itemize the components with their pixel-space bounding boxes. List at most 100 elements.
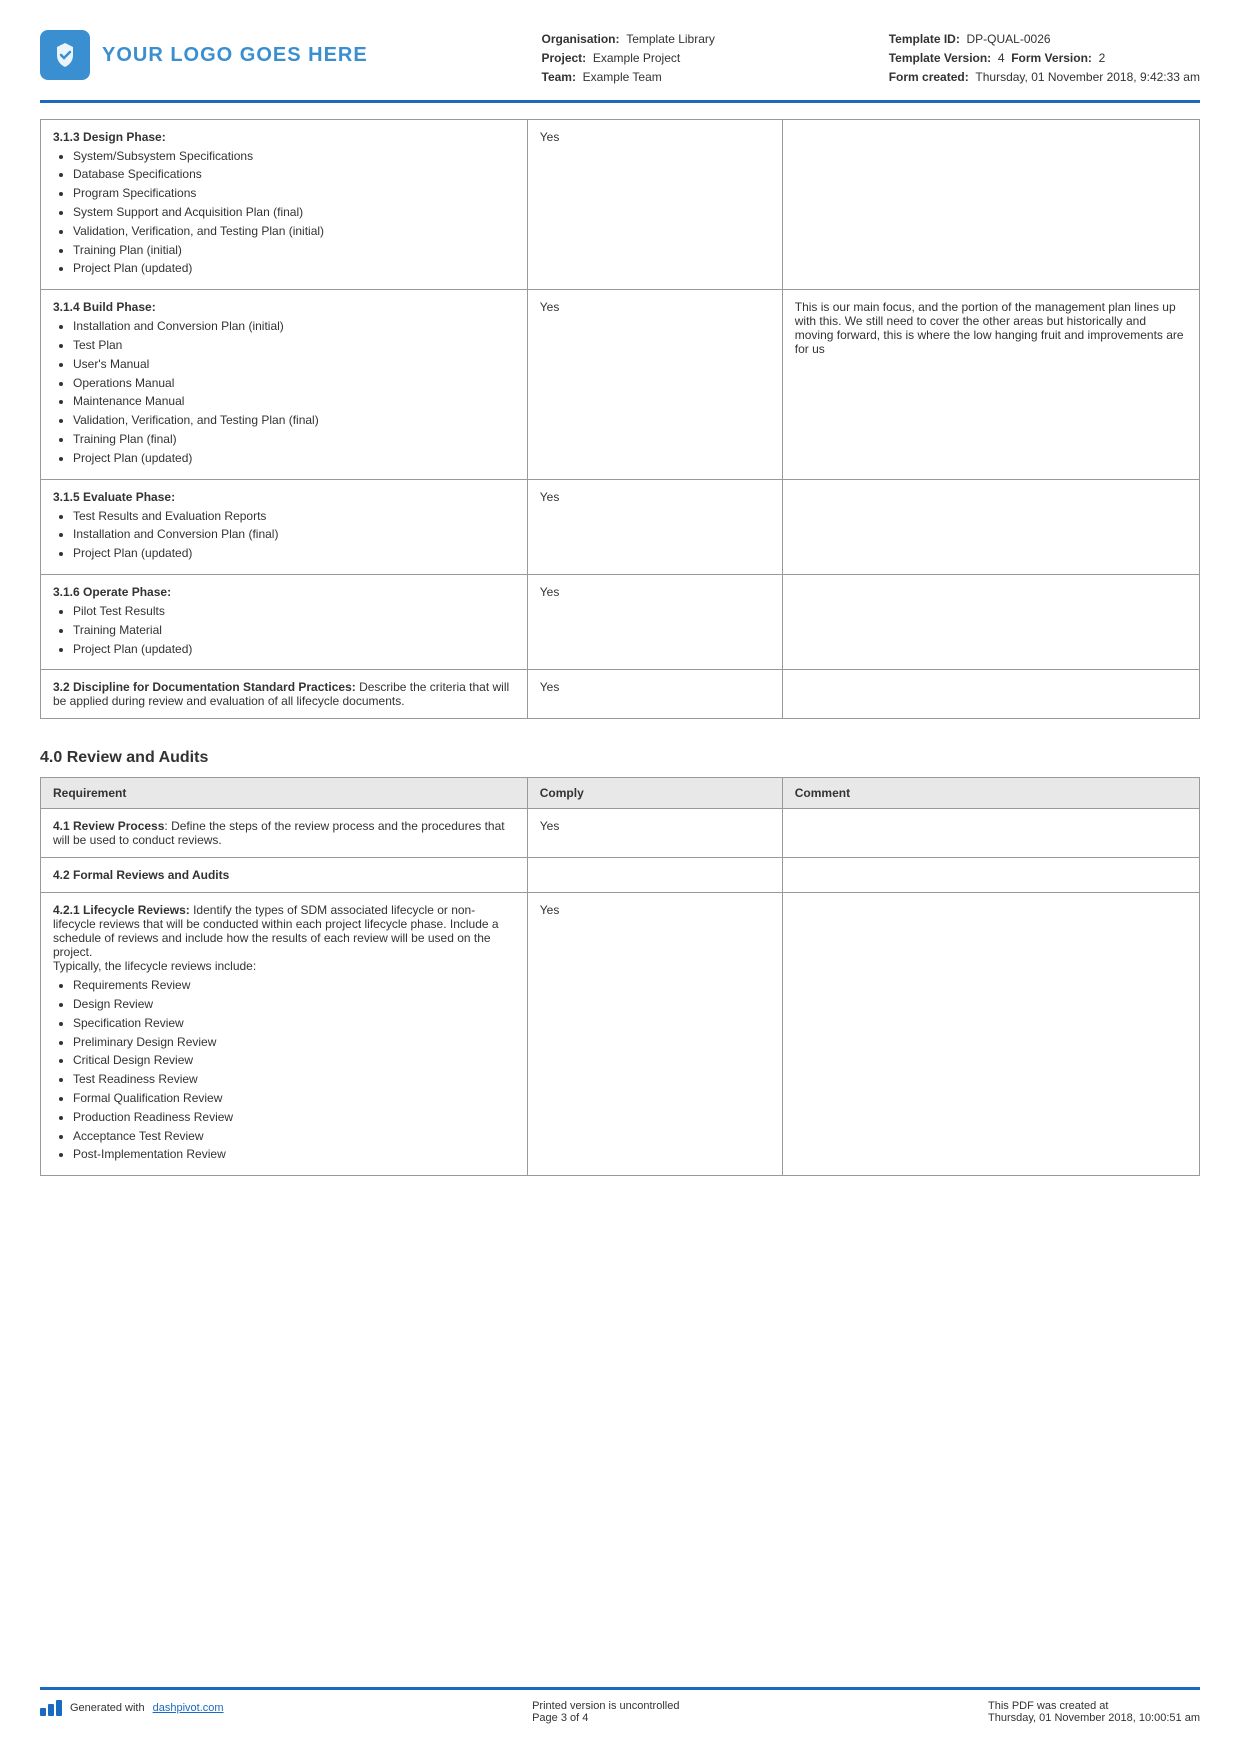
row-4-1-content: 4.1 Review Process: Define the steps of …	[41, 809, 528, 858]
logo-text: YOUR LOGO GOES HERE	[102, 44, 368, 67]
row-4-2-1: 4.2.1 Lifecycle Reviews: Identify the ty…	[41, 893, 1200, 1176]
list-item: Test Readiness Review	[73, 1071, 515, 1088]
section-3-2-content: 3.2 Discipline for Documentation Standar…	[41, 670, 528, 719]
template-id-value: DP-QUAL-0026	[967, 32, 1051, 46]
section-3-2-comply: Yes	[527, 670, 782, 719]
row-4-1: 4.1 Review Process: Define the steps of …	[41, 809, 1200, 858]
list-item: Validation, Verification, and Testing Pl…	[73, 412, 515, 429]
footer-logo-icon	[40, 1700, 62, 1716]
list-item: Program Specifications	[73, 185, 515, 202]
list-item: Pilot Test Results	[73, 603, 515, 620]
bar3	[56, 1700, 62, 1716]
section-3-1-5-comment	[782, 479, 1199, 574]
section-3-1-3-comply: Yes	[527, 119, 782, 290]
section-3-1-6-row: 3.1.6 Operate Phase: Pilot Test Results …	[41, 574, 1200, 669]
generated-text: Generated with	[70, 1702, 145, 1714]
section-3-1-3-list: System/Subsystem Specifications Database…	[53, 148, 515, 278]
org-label: Organisation:	[542, 32, 620, 46]
dashpivot-link[interactable]: dashpivot.com	[153, 1702, 224, 1714]
template-version-value: 4	[998, 51, 1005, 65]
row-4-2-comply	[527, 858, 782, 893]
section-3-1-6-comply: Yes	[527, 574, 782, 669]
list-item: Training Plan (final)	[73, 431, 515, 448]
col-comply: Comply	[527, 778, 782, 809]
section-3-1-6-list: Pilot Test Results Training Material Pro…	[53, 603, 515, 657]
list-item: Post-Implementation Review	[73, 1146, 515, 1163]
section-3-1-6-comment	[782, 574, 1199, 669]
org-value: Template Library	[626, 32, 715, 46]
list-item: Project Plan (updated)	[73, 545, 515, 562]
main-sections-table: 3.1.3 Design Phase: System/Subsystem Spe…	[40, 119, 1200, 720]
section-3-1-6-heading: 3.1.6 Operate Phase:	[53, 585, 515, 599]
list-item: Acceptance Test Review	[73, 1128, 515, 1145]
section-3-2-comment	[782, 670, 1199, 719]
review-table-header-row: Requirement Comply Comment	[41, 778, 1200, 809]
section-3-1-5-comply: Yes	[527, 479, 782, 574]
team-line: Team: Example Team	[542, 68, 715, 87]
list-item: Specification Review	[73, 1015, 515, 1032]
uncontrolled-text: Printed version is uncontrolled	[532, 1700, 679, 1712]
list-item: Requirements Review	[73, 977, 515, 994]
footer-right: This PDF was created at Thursday, 01 Nov…	[988, 1700, 1200, 1724]
template-version-line: Template Version: 4 Form Version: 2	[889, 49, 1200, 68]
row-4-2-1-comply: Yes	[527, 893, 782, 1176]
section-3-1-4-comment: This is our main focus, and the portion …	[782, 290, 1199, 479]
row-4-2-comment	[782, 858, 1199, 893]
footer: Generated with dashpivot.com Printed ver…	[40, 1687, 1200, 1724]
page: YOUR LOGO GOES HERE Organisation: Templa…	[0, 0, 1240, 1754]
header-middle: Organisation: Template Library Project: …	[542, 30, 715, 88]
section-4-title: 4.0 Review and Audits	[40, 749, 1200, 767]
row-4-1-comment	[782, 809, 1199, 858]
list-item: System/Subsystem Specifications	[73, 148, 515, 165]
project-value: Example Project	[593, 51, 680, 65]
form-created-line: Form created: Thursday, 01 November 2018…	[889, 68, 1200, 87]
list-item: Database Specifications	[73, 166, 515, 183]
header-right: Template ID: DP-QUAL-0026 Template Versi…	[889, 30, 1200, 88]
list-item: Preliminary Design Review	[73, 1034, 515, 1051]
template-id-line: Template ID: DP-QUAL-0026	[889, 30, 1200, 49]
pdf-created-text: This PDF was created at	[988, 1700, 1200, 1712]
review-table: Requirement Comply Comment 4.1 Review Pr…	[40, 777, 1200, 1176]
list-item: Training Plan (initial)	[73, 242, 515, 259]
list-item: Test Plan	[73, 337, 515, 354]
list-item: Production Readiness Review	[73, 1109, 515, 1126]
section-3-2-row: 3.2 Discipline for Documentation Standar…	[41, 670, 1200, 719]
row-4-2-1-list: Requirements Review Design Review Specif…	[53, 977, 515, 1163]
bar1	[40, 1708, 46, 1716]
template-id-label: Template ID:	[889, 32, 960, 46]
col-comment: Comment	[782, 778, 1199, 809]
section-3-2-heading: 3.2 Discipline for Documentation Standar…	[53, 680, 356, 694]
list-item: Maintenance Manual	[73, 393, 515, 410]
section-3-1-3-row: 3.1.3 Design Phase: System/Subsystem Spe…	[41, 119, 1200, 290]
header: YOUR LOGO GOES HERE Organisation: Templa…	[40, 30, 1200, 103]
list-item: Operations Manual	[73, 375, 515, 392]
section-3-1-5-list: Test Results and Evaluation Reports Inst…	[53, 508, 515, 562]
section-3-1-3-comment	[782, 119, 1199, 290]
section-3-1-3-content: 3.1.3 Design Phase: System/Subsystem Spe…	[41, 119, 528, 290]
team-value: Example Team	[583, 70, 662, 84]
section-3-1-4-content: 3.1.4 Build Phase: Installation and Conv…	[41, 290, 528, 479]
logo-icon	[40, 30, 90, 80]
section-3-1-5-heading: 3.1.5 Evaluate Phase:	[53, 490, 515, 504]
row-4-2-content: 4.2 Formal Reviews and Audits	[41, 858, 528, 893]
list-item: Training Material	[73, 622, 515, 639]
list-item: Design Review	[73, 996, 515, 1013]
form-version-value: 2	[1099, 51, 1106, 65]
list-item: Test Results and Evaluation Reports	[73, 508, 515, 525]
row-4-2-1-comment	[782, 893, 1199, 1176]
org-line: Organisation: Template Library	[542, 30, 715, 49]
row-4-2-1-content: 4.2.1 Lifecycle Reviews: Identify the ty…	[41, 893, 528, 1176]
form-version-label: Form Version:	[1011, 51, 1092, 65]
list-item: Critical Design Review	[73, 1052, 515, 1069]
template-version-label: Template Version:	[889, 51, 991, 65]
form-created-value: Thursday, 01 November 2018, 9:42:33 am	[975, 70, 1200, 84]
bar2	[48, 1704, 54, 1716]
section-3-1-4-list: Installation and Conversion Plan (initia…	[53, 318, 515, 466]
pdf-created-date: Thursday, 01 November 2018, 10:00:51 am	[988, 1712, 1200, 1724]
project-label: Project:	[542, 51, 587, 65]
section-3-1-5-content: 3.1.5 Evaluate Phase: Test Results and E…	[41, 479, 528, 574]
row-4-1-comply: Yes	[527, 809, 782, 858]
row-4-2: 4.2 Formal Reviews and Audits	[41, 858, 1200, 893]
row-4-2-1-heading: 4.2.1 Lifecycle Reviews:	[53, 903, 190, 917]
form-created-label: Form created:	[889, 70, 969, 84]
